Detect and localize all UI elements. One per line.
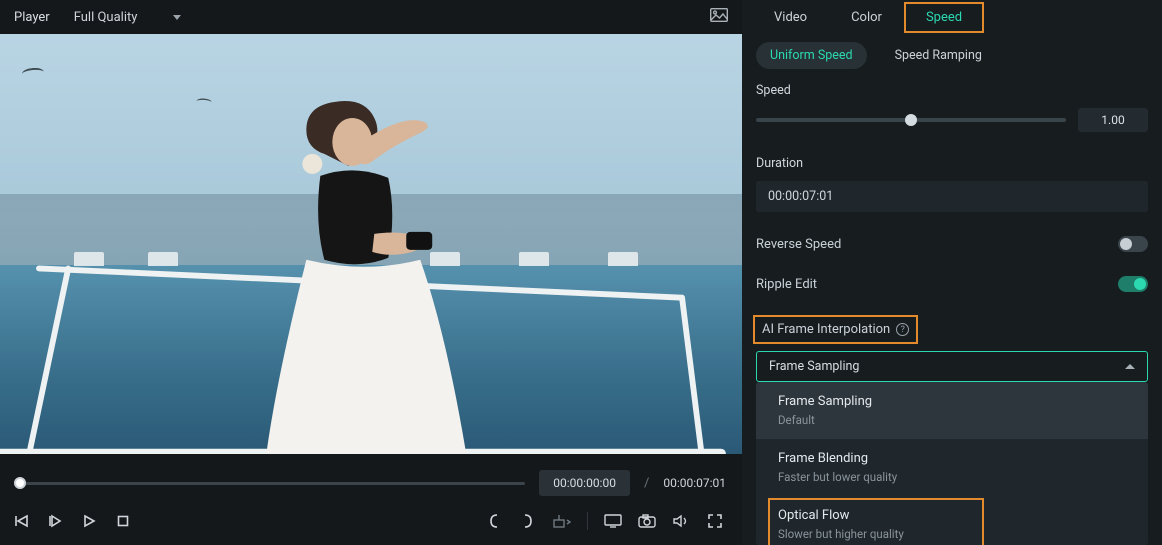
mark-in-icon[interactable] (483, 510, 505, 532)
current-timecode[interactable]: 00:00:00:00 (539, 470, 630, 496)
ripple-edit-toggle[interactable] (1118, 276, 1148, 292)
ai-frame-interpolation-label: AI Frame Interpolation ? (756, 318, 915, 341)
interpolation-option-optical-flow[interactable]: Optical Flow Slower but higher quality (756, 496, 1148, 545)
reverse-speed-label: Reverse Speed (756, 237, 841, 252)
duration-field[interactable]: 00:00:07:01 (756, 181, 1148, 212)
bird-icon (196, 98, 212, 106)
ripple-edit-label: Ripple Edit (756, 277, 817, 292)
interpolation-option-frame-sampling[interactable]: Frame Sampling Default (756, 382, 1148, 439)
speed-value[interactable]: 1.00 (1078, 108, 1148, 132)
image-icon[interactable] (710, 8, 728, 26)
interpolation-menu: Frame Sampling Default Frame Blending Fa… (756, 382, 1148, 545)
video-preview[interactable] (0, 34, 742, 454)
subtab-uniform-speed[interactable]: Uniform Speed (756, 42, 867, 69)
interpolation-dropdown[interactable]: Frame Sampling (756, 351, 1148, 382)
tab-color[interactable]: Color (829, 2, 904, 33)
chevron-down-icon (173, 15, 181, 20)
prev-frame-icon[interactable] (10, 510, 32, 532)
stop-icon[interactable] (112, 510, 134, 532)
tab-speed[interactable]: Speed (904, 2, 984, 33)
help-icon[interactable]: ? (896, 323, 909, 336)
play-icon[interactable] (78, 510, 100, 532)
quality-value: Full Quality (74, 10, 138, 25)
speed-label: Speed (756, 83, 1148, 98)
player-header: Player Full Quality (0, 0, 742, 34)
interpolation-selected: Frame Sampling (769, 359, 859, 374)
timecode-separator: / (644, 476, 649, 491)
speed-slider[interactable] (756, 118, 1066, 122)
total-timecode: 00:00:07:01 (663, 476, 726, 490)
fullscreen-icon[interactable] (704, 510, 726, 532)
quality-select[interactable]: Full Quality (74, 10, 182, 25)
chevron-up-icon (1125, 364, 1135, 369)
speed-slider-thumb[interactable] (905, 114, 917, 126)
play-range-icon[interactable] (44, 510, 66, 532)
mark-out-icon[interactable] (517, 510, 539, 532)
reverse-speed-toggle[interactable] (1118, 236, 1148, 252)
interpolation-option-frame-blending[interactable]: Frame Blending Faster but lower quality (756, 439, 1148, 496)
duration-label: Duration (756, 156, 1148, 171)
tab-video[interactable]: Video (752, 2, 829, 33)
divider (587, 512, 588, 530)
inspector-tabs: Video Color Speed (742, 0, 1162, 34)
playhead-thumb[interactable] (14, 477, 26, 489)
markers-menu-icon[interactable] (551, 510, 573, 532)
subtab-speed-ramping[interactable]: Speed Ramping (881, 42, 996, 69)
volume-icon[interactable] (670, 510, 692, 532)
camera-icon[interactable] (636, 510, 658, 532)
player-label: Player (14, 10, 50, 25)
display-icon[interactable] (602, 510, 624, 532)
playhead-scrubber[interactable] (16, 476, 525, 490)
